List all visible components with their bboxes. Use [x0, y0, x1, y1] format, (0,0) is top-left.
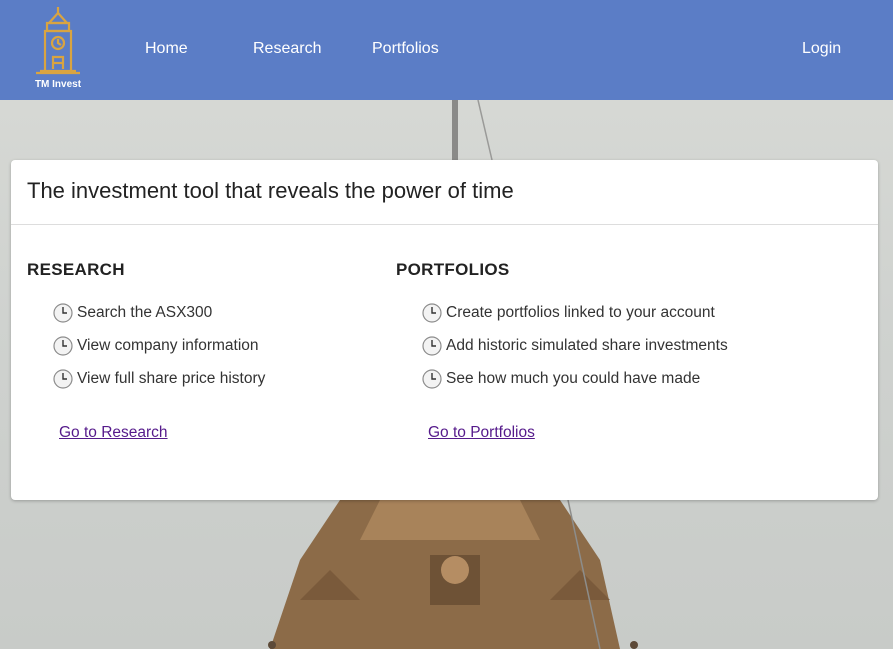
- brand-logo[interactable]: TM Invest: [30, 5, 86, 91]
- list-item-label: See how much you could have made: [446, 370, 701, 387]
- clock-icon: [422, 369, 442, 389]
- list-item-label: View company information: [77, 337, 259, 354]
- research-feature-list: Search the ASX300 View company informati…: [53, 303, 266, 403]
- list-item: Add historic simulated share investments: [422, 336, 728, 370]
- intro-card: The investment tool that reveals the pow…: [11, 160, 878, 500]
- card-title: The investment tool that reveals the pow…: [27, 178, 514, 203]
- nav-login-link[interactable]: Login: [802, 40, 841, 58]
- top-navbar: TM Invest Home Research Portfolios Login: [0, 0, 893, 100]
- clock-icon: [422, 303, 442, 323]
- list-item: Search the ASX300: [53, 303, 265, 337]
- research-section: RESEARCH Search the ASX300 View company …: [27, 260, 265, 441]
- list-item: View company information: [53, 336, 265, 370]
- clock-icon: [53, 303, 73, 323]
- clock-icon: [53, 369, 73, 389]
- clock-icon: [422, 336, 442, 356]
- card-header: The investment tool that reveals the pow…: [11, 160, 878, 225]
- portfolios-section: PORTFOLIOS Create portfolios linked to y…: [396, 260, 728, 441]
- logo-text: TM Invest: [34, 79, 82, 90]
- list-item: Create portfolios linked to your account: [422, 303, 728, 337]
- list-item-label: Search the ASX300: [77, 304, 213, 321]
- go-to-research-link[interactable]: Go to Research: [59, 424, 168, 442]
- clock-icon: [53, 336, 73, 356]
- list-item: See how much you could have made: [422, 369, 728, 403]
- list-item: View full share price history: [53, 369, 266, 403]
- nav-portfolios-link[interactable]: Portfolios: [372, 40, 439, 58]
- research-heading: RESEARCH: [27, 260, 125, 279]
- nav-research-link[interactable]: Research: [253, 40, 321, 58]
- nav-home-link[interactable]: Home: [145, 40, 188, 58]
- list-item-label: Create portfolios linked to your account: [446, 304, 715, 321]
- portfolios-heading: PORTFOLIOS: [396, 260, 510, 279]
- go-to-portfolios-link[interactable]: Go to Portfolios: [428, 424, 535, 442]
- portfolios-feature-list: Create portfolios linked to your account…: [422, 303, 728, 403]
- list-item-label: Add historic simulated share investments: [446, 337, 728, 354]
- clock-tower-logo-icon: [36, 7, 80, 75]
- list-item-label: View full share price history: [77, 370, 266, 387]
